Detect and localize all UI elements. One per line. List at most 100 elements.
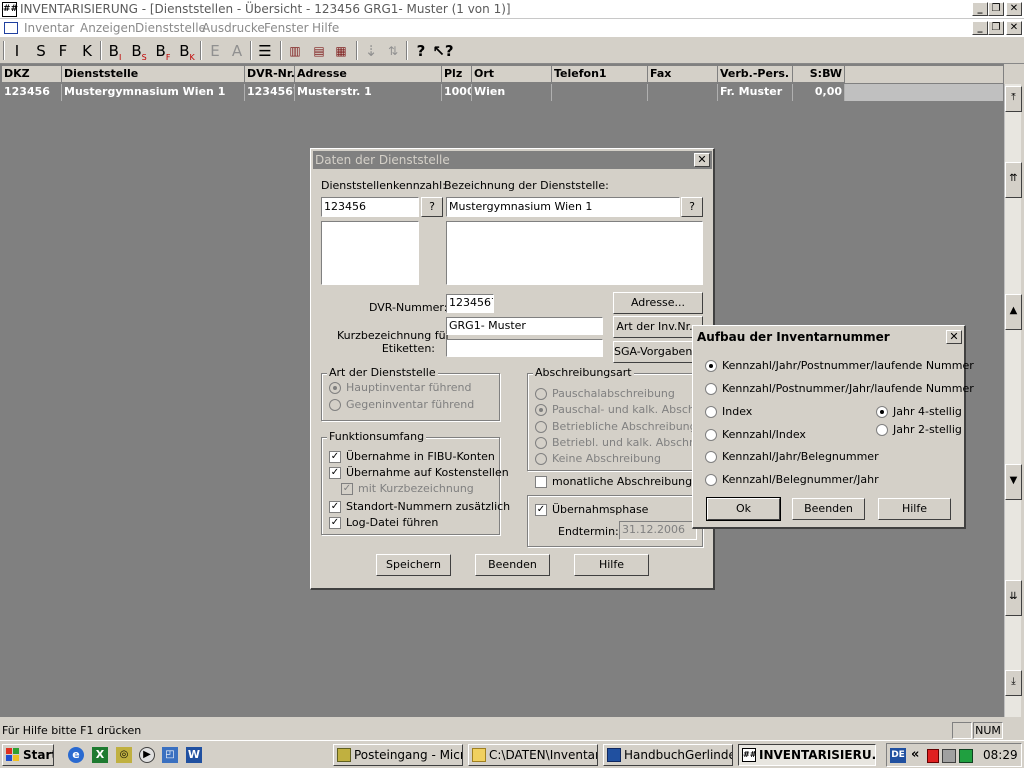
column-header-dkz[interactable]: DKZ	[2, 66, 62, 83]
kurzbezeichnung-field-2[interactable]	[446, 339, 603, 357]
cell-plz[interactable]: 1000	[442, 84, 472, 101]
app-icon[interactable]: ##	[2, 2, 18, 17]
close-button[interactable]: ✕	[1006, 2, 1022, 16]
bezeichnung-lookup-button[interactable]: ?	[681, 197, 703, 217]
kennzahl-lookup-button[interactable]: ?	[421, 197, 443, 217]
beenden-button[interactable]: Beenden	[475, 554, 550, 576]
dialog-inventarnummer-close-icon[interactable]: ✕	[946, 330, 962, 344]
cell-adresse[interactable]: Musterstr. 1	[295, 84, 442, 101]
scroll-page-down-icon[interactable]: ⇊	[1005, 580, 1022, 616]
option-kz-post-jahr-lfd-radio[interactable]	[705, 383, 717, 395]
column-header-sbw[interactable]: S:BW	[793, 66, 845, 83]
filter-multi-icon[interactable]: ▦	[330, 40, 352, 62]
toolbar-button-bi[interactable]: BI	[104, 40, 126, 62]
scroll-down-icon[interactable]: ▼	[1005, 464, 1022, 500]
toolbar-button-i[interactable]: I	[6, 40, 28, 62]
cell-fax[interactable]	[648, 84, 718, 101]
jahr-2-stellig-radio[interactable]	[876, 424, 888, 436]
column-header-adresse[interactable]: Adresse	[295, 66, 442, 83]
language-indicator[interactable]: DE	[890, 748, 906, 763]
excel-icon[interactable]: X	[92, 747, 108, 763]
task-handbuch[interactable]: HandbuchGerlinde_...	[603, 744, 733, 766]
child-restore-button[interactable]: ❐	[988, 21, 1004, 35]
column-header-plz[interactable]: Plz	[442, 66, 472, 83]
pauschal-radio[interactable]	[535, 388, 547, 400]
column-header-fax[interactable]: Fax	[648, 66, 718, 83]
child-minimize-button[interactable]: _	[972, 21, 988, 35]
toolbar-button-f[interactable]: F	[52, 40, 74, 62]
bezeichnung-list[interactable]	[446, 221, 703, 285]
cell-telefon1[interactable]	[552, 84, 648, 101]
menu-dienststelle[interactable]: Dienststelle	[135, 21, 206, 35]
betrieblich-radio[interactable]	[535, 421, 547, 433]
dvr-field[interactable]: 1234567	[446, 294, 494, 313]
cell-sbw[interactable]: 0,00	[793, 84, 845, 101]
logdatei-checkbox[interactable]: ✓	[329, 517, 341, 529]
betriebl-kalk-radio[interactable]	[535, 437, 547, 449]
filter-all-icon[interactable]: ▤	[308, 40, 330, 62]
cell-verb-pers[interactable]: Fr. Muster	[718, 84, 793, 101]
kostenstellen-checkbox[interactable]: ✓	[329, 467, 341, 479]
invnr-art-button[interactable]: Art der Inv.Nr...	[613, 316, 703, 338]
scroll-page-up-icon[interactable]: ⇈	[1005, 162, 1022, 198]
arrange-icon[interactable]: ⇣	[360, 40, 382, 62]
child-close-button[interactable]: ✕	[1006, 21, 1022, 35]
kurzbezeichnung-field[interactable]: GRG1- Muster	[446, 317, 603, 335]
vertical-scrollbar[interactable]: ⤒ ⇈ ▲ ▼ ⇊ ⤓	[1004, 84, 1022, 717]
cell-ort[interactable]: Wien	[472, 84, 552, 101]
gegeninventar-radio[interactable]	[329, 399, 341, 411]
minimize-button[interactable]: _	[972, 2, 988, 16]
toolbar-button-k[interactable]: K	[76, 40, 98, 62]
adresse-button[interactable]: Adresse...	[613, 292, 703, 314]
speichern-button[interactable]: Speichern	[376, 554, 451, 576]
scroll-bottom-icon[interactable]: ⤓	[1005, 670, 1022, 696]
monitor-icon[interactable]	[959, 749, 973, 763]
toolbar-button-s[interactable]: S	[30, 40, 52, 62]
scroll-top-icon[interactable]: ⤒	[1005, 86, 1022, 112]
cell-dkz[interactable]: 123456	[2, 84, 62, 101]
jahr-4-stellig-radio[interactable]	[876, 406, 888, 418]
fibu-checkbox[interactable]: ✓	[329, 451, 341, 463]
bezeichnung-field[interactable]: Mustergymnasium Wien 1	[446, 197, 680, 217]
filter-icon[interactable]: ▥	[284, 40, 306, 62]
sga-vorgaben-button[interactable]: SGA-Vorgaben...	[613, 341, 703, 363]
option-kz-index-radio[interactable]	[705, 429, 717, 441]
table-row[interactable]: 123456 Mustergymnasium Wien 1 1234567 Mu…	[2, 84, 1003, 101]
kennzahl-list[interactable]	[321, 221, 419, 285]
ok-button[interactable]: Ok	[706, 497, 781, 521]
cell-dienststelle[interactable]: Mustergymnasium Wien 1	[62, 84, 245, 101]
kurzbezeichnung-checkbox[interactable]: ✓	[341, 483, 353, 495]
pauschal-kalk-radio[interactable]	[535, 404, 547, 416]
kennzahl-field[interactable]: 123456	[321, 197, 419, 217]
option-kz-beleg-jahr-radio[interactable]	[705, 474, 717, 486]
menu-ausdrucke[interactable]: Ausdrucke	[202, 21, 265, 35]
column-header-dienststelle[interactable]: Dienststelle	[62, 66, 245, 83]
uebernahme-checkbox[interactable]: ✓	[535, 504, 547, 516]
option-index-radio[interactable]	[705, 406, 717, 418]
help-icon[interactable]: ?	[410, 40, 432, 62]
toolbar-button-a[interactable]: A	[226, 40, 248, 62]
cell-dvr[interactable]: 1234567	[245, 84, 295, 101]
network-icon[interactable]	[942, 749, 956, 763]
media-player-icon[interactable]: ▶	[139, 747, 155, 763]
dialog-dienststelle-close-icon[interactable]: ✕	[694, 153, 710, 167]
toolbar-button-bs[interactable]: BS	[128, 40, 150, 62]
antivirus-icon[interactable]	[927, 749, 939, 763]
context-help-icon[interactable]: ↖?	[432, 40, 454, 62]
toolbar-button-bk[interactable]: BK	[176, 40, 198, 62]
toolbar-button-e[interactable]: E	[204, 40, 226, 62]
desktop-icon[interactable]: ◰	[162, 747, 178, 763]
menu-inventar[interactable]: Inventar	[24, 21, 74, 35]
menu-hilfe[interactable]: Hilfe	[312, 21, 339, 35]
list-icon[interactable]: ☰	[254, 40, 276, 62]
scroll-up-icon[interactable]: ▲	[1005, 294, 1022, 330]
column-header-ort[interactable]: Ort	[472, 66, 552, 83]
standort-checkbox[interactable]: ✓	[329, 501, 341, 513]
task-inventarisierung[interactable]: ## INVENTARISIERU...	[738, 744, 876, 766]
option-kz-jahr-post-lfd-radio[interactable]	[705, 360, 717, 372]
word-icon[interactable]: W	[186, 747, 202, 763]
inv-hilfe-button[interactable]: Hilfe	[878, 498, 951, 520]
internet-explorer-icon[interactable]: e	[68, 747, 84, 763]
column-header-verb-pers[interactable]: Verb.-Pers.	[718, 66, 793, 83]
sort-icon[interactable]: ⇅	[382, 40, 404, 62]
